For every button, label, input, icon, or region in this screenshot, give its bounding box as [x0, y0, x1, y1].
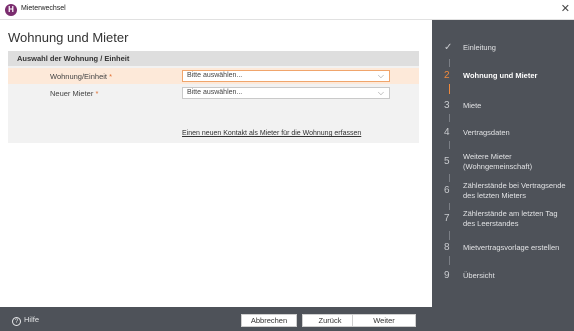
required-marker: *: [109, 72, 113, 81]
step-connector: [449, 114, 450, 122]
step-number: 9: [444, 270, 450, 281]
step-connector: [449, 59, 450, 67]
required-marker: *: [95, 89, 99, 98]
step-number: 4: [444, 127, 450, 138]
cancel-button[interactable]: Abbrechen: [241, 314, 297, 327]
apartment-selection-section: Auswahl der Wohnung / Einheit Wohnung/Ei…: [8, 51, 419, 143]
step-label: Einleitung: [463, 43, 496, 52]
step-label: Übersicht: [463, 271, 495, 280]
step-number: 7: [444, 213, 450, 224]
step-label: Wohnung und Mieter: [463, 71, 538, 80]
tenant-label-text: Neuer Mieter: [50, 89, 94, 98]
apartment-label-text: Wohnung/Einheit: [50, 72, 107, 81]
next-button[interactable]: Weiter: [352, 314, 416, 327]
tenant-label: Neuer Mieter *: [50, 89, 98, 98]
step-label: Miete: [463, 101, 482, 110]
section-header: Auswahl der Wohnung / Einheit: [8, 51, 419, 66]
back-button[interactable]: Zurück: [302, 314, 358, 327]
step-number: 2: [444, 70, 450, 81]
chevron-down-icon[interactable]: ⌵: [378, 71, 384, 81]
step-label: Zählerstände bei Vertragsende des letzte…: [463, 181, 566, 200]
apartment-select[interactable]: Bitte auswählen... ⌵: [182, 70, 390, 82]
step-connector: [449, 231, 450, 240]
window-title: Mieterwechsel: [21, 5, 66, 12]
step-connector: [449, 141, 450, 149]
step-number: 3: [444, 100, 450, 111]
close-icon[interactable]: ✕: [561, 3, 570, 15]
step-number: 5: [444, 156, 450, 167]
step-connector: [449, 256, 450, 265]
help-label: Hilfe: [24, 315, 40, 324]
help-button[interactable]: ? Hilfe: [12, 315, 39, 326]
page-title: Wohnung und Mieter: [8, 30, 129, 45]
main-panel: Wohnung und Mieter Auswahl der Wohnung /…: [0, 20, 432, 307]
help-icon: ?: [12, 317, 21, 326]
chevron-down-icon[interactable]: ⌵: [378, 88, 384, 98]
tenant-row: Neuer Mieter * Bitte auswählen... ⌵: [8, 85, 419, 101]
apartment-select-value: Bitte auswählen...: [187, 72, 243, 79]
check-icon: ✓: [444, 42, 453, 53]
step-number: 6: [444, 185, 450, 196]
title-bar: H Mieterwechsel ✕: [0, 0, 574, 20]
wizard-steps-sidebar: ✓ Einleitung 2 Wohnung und Mieter 3 Miet…: [432, 20, 574, 307]
tenant-select-value: Bitte auswählen...: [187, 89, 243, 96]
step-label: Zählerstände am letzten Tag des Leerstan…: [463, 209, 558, 228]
footer-bar: ? Hilfe Abbrechen Zurück Weiter: [0, 307, 574, 331]
apartment-row: Wohnung/Einheit * Bitte auswählen... ⌵: [8, 68, 419, 84]
step-label: Weitere Mieter (Wohngemeinschaft): [463, 152, 533, 171]
new-contact-link[interactable]: Einen neuen Kontakt als Mieter für die W…: [182, 130, 361, 137]
tenant-select[interactable]: Bitte auswählen... ⌵: [182, 87, 390, 99]
app-logo-icon: H: [5, 4, 17, 16]
step-connector: [449, 174, 450, 182]
step-connector: [449, 84, 450, 94]
step-label: Mietvertragsvorlage erstellen: [463, 243, 560, 252]
step-number: 8: [444, 242, 450, 253]
step-label: Vertragsdaten: [463, 128, 510, 137]
step-connector: [449, 203, 450, 210]
apartment-label: Wohnung/Einheit *: [50, 72, 112, 81]
